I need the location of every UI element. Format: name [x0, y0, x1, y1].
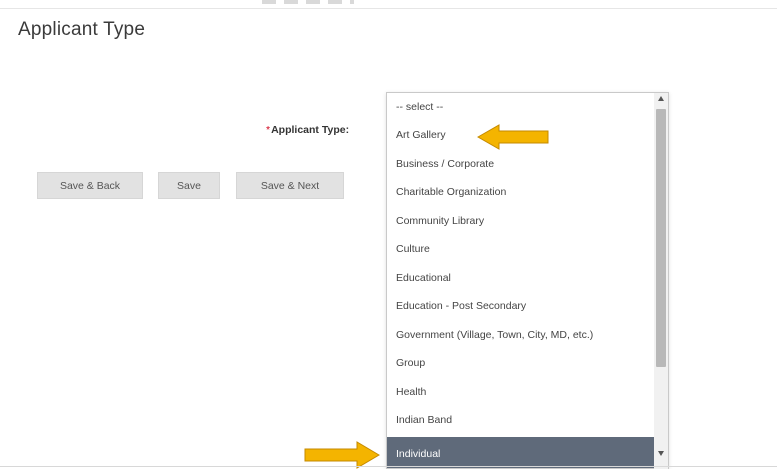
save-and-next-button[interactable]: Save & Next — [236, 172, 344, 199]
option-government[interactable]: Government (Village, Town, City, MD, etc… — [387, 321, 655, 349]
scroll-up-arrow-icon[interactable] — [654, 96, 668, 106]
option-charitable-organization[interactable]: Charitable Organization — [387, 178, 655, 206]
top-divider — [0, 8, 777, 9]
save-and-back-button[interactable]: Save & Back — [37, 172, 143, 199]
option-health[interactable]: Health — [387, 378, 655, 406]
option-select[interactable]: -- select -- — [387, 93, 655, 121]
option-individual[interactable]: Individual — [387, 437, 655, 468]
applicant-type-label-text: Applicant Type: — [271, 124, 350, 136]
dropdown-scrollbar[interactable] — [654, 93, 668, 469]
scroll-down-arrow-icon[interactable] — [654, 451, 668, 461]
page-title: Applicant Type — [18, 19, 146, 40]
applicant-type-label: *Applicant Type: — [266, 124, 349, 136]
option-indian-band[interactable]: Indian Band — [387, 406, 655, 434]
bottom-divider — [0, 466, 777, 467]
arrow-left-icon — [477, 124, 549, 150]
option-education-post-secondary[interactable]: Education - Post Secondary — [387, 292, 655, 320]
arrow-right-icon — [304, 441, 380, 469]
option-group[interactable]: Group — [387, 349, 655, 377]
required-marker: * — [266, 124, 271, 136]
option-community-library[interactable]: Community Library — [387, 207, 655, 235]
top-divider-dots — [262, 0, 354, 4]
scrollbar-thumb[interactable] — [656, 109, 666, 367]
option-business-corporate[interactable]: Business / Corporate — [387, 150, 655, 178]
option-culture[interactable]: Culture — [387, 235, 655, 263]
option-educational[interactable]: Educational — [387, 264, 655, 292]
save-button[interactable]: Save — [158, 172, 220, 199]
